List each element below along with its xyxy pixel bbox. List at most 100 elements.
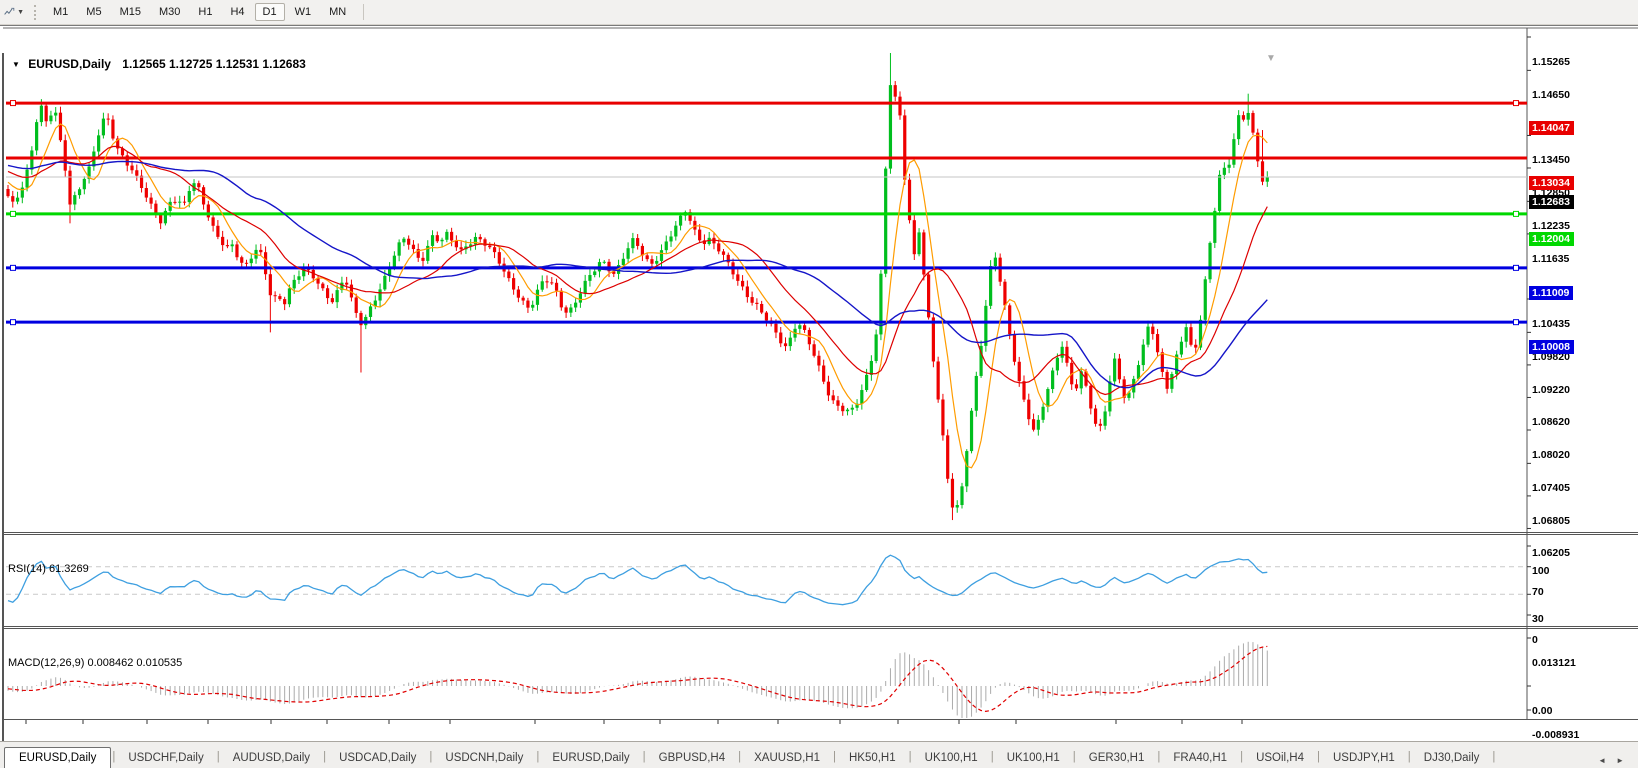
price-tick-1.14650: 1.14650	[1532, 89, 1570, 102]
chart-tab-eurusd-daily[interactable]: EURUSD,Daily	[4, 747, 112, 768]
chart-tab-usdjpy-h1[interactable]: USDJPY,H1	[1321, 748, 1407, 768]
tab-scroll-left-icon[interactable]: ◄	[1598, 756, 1606, 765]
level-handle[interactable]	[1513, 319, 1519, 326]
candle-up	[674, 225, 678, 237]
chart-tab-usdcad-daily[interactable]: USDCAD,Daily	[327, 748, 428, 768]
candle-down	[1022, 381, 1026, 400]
timeframe-button-w1[interactable]: W1	[287, 3, 320, 21]
price-tick-1.11635: 1.11635	[1532, 252, 1570, 265]
chart-tab-xauusd-h1[interactable]: XAUUSD,H1	[742, 748, 832, 768]
chart-symbol-label: EURUSD,Daily	[28, 57, 111, 71]
candle-down	[1093, 408, 1098, 424]
candle-down	[936, 361, 940, 400]
chart-canvas[interactable]	[0, 26, 1638, 768]
chart-shift-marker-icon[interactable]: ▼	[1266, 53, 1276, 64]
candle-up	[1055, 357, 1059, 371]
candle-up	[1217, 174, 1222, 211]
candle-up	[39, 105, 43, 123]
candle-down	[278, 296, 282, 300]
candle-up	[850, 407, 854, 410]
chart-tab-audusd-daily[interactable]: AUDUSD,Daily	[221, 748, 322, 768]
candle-up	[631, 238, 635, 249]
chart-tab-uk100-h1[interactable]: UK100,H1	[995, 748, 1072, 768]
candle-down	[478, 236, 482, 240]
chart-tab-eurusd-daily[interactable]: EURUSD,Daily	[540, 748, 641, 768]
candle-up	[473, 236, 478, 245]
moving-average-7	[7, 123, 1268, 469]
level-handle[interactable]	[10, 210, 16, 217]
candle-up	[888, 85, 893, 169]
candle-down	[354, 297, 358, 313]
candle-down	[211, 217, 215, 226]
chart-tab-uk100-h1[interactable]: UK100,H1	[913, 748, 990, 768]
timeframe-button-mn[interactable]: MN	[321, 3, 354, 21]
candle-down	[507, 271, 511, 279]
macd-axis-label: 0.013121	[1532, 657, 1576, 669]
current-price-label: 1.12683	[1529, 195, 1574, 210]
chart-tab-usoil-h4[interactable]: USOil,H4	[1244, 748, 1316, 768]
candle-up	[178, 201, 182, 203]
timeframe-button-m1[interactable]: M1	[45, 3, 76, 21]
candle-down	[306, 269, 311, 271]
candle-down	[764, 312, 769, 321]
level-handle[interactable]	[1513, 210, 1519, 217]
chart-tab-ger30-h1[interactable]: GER30,H1	[1077, 748, 1157, 768]
chart-tab-dj30-daily[interactable]: DJ30,Daily	[1412, 748, 1492, 768]
timeframe-button-h1[interactable]: H1	[190, 3, 220, 21]
collapse-arrow-icon[interactable]: ▼	[12, 60, 20, 69]
chart-cursor-tool-icon[interactable]: ▼	[4, 4, 24, 20]
candle-down	[526, 300, 530, 308]
timeframe-button-m30[interactable]: M30	[151, 3, 188, 21]
chart-tab-fra40-h1[interactable]: FRA40,H1	[1161, 748, 1239, 768]
candle-up	[35, 122, 39, 151]
candle-down	[407, 238, 411, 245]
candle-down	[841, 405, 845, 412]
timeframe-button-m5[interactable]: M5	[78, 3, 109, 21]
macd-signal-line	[7, 645, 1268, 713]
candle-down	[636, 238, 640, 246]
candle-up	[378, 289, 382, 301]
timeframe-buttons: M1 M5 M15 M30 H1 H4 D1 W1 MN	[44, 3, 355, 21]
candle-down	[779, 332, 783, 344]
level-handle[interactable]	[1513, 264, 1519, 271]
candle-up	[292, 279, 296, 289]
candle-down	[68, 170, 72, 205]
timeframe-button-m15[interactable]: M15	[112, 3, 149, 21]
candle-up	[1036, 419, 1040, 430]
tab-scroll-right-icon[interactable]: ►	[1616, 756, 1624, 765]
chart-tab-hk50-h1[interactable]: HK50,H1	[837, 748, 908, 768]
candle-up	[82, 178, 86, 190]
candle-down	[898, 96, 902, 116]
mt4-application: ▼ M1 M5 M15 M30 H1 H4 D1 W1 MN ▼ EURUSD,Daily 1.…	[0, 0, 1638, 768]
candle-up	[1208, 242, 1212, 280]
candle-down	[263, 252, 268, 275]
chart-tab-usdcnh-daily[interactable]: USDCNH,Daily	[433, 748, 535, 768]
chart-ohlc-values: 1.12565 1.12725 1.12531 1.12683	[122, 57, 306, 71]
level-handle[interactable]	[1513, 100, 1519, 107]
candle-up	[1222, 167, 1226, 175]
level-handle[interactable]	[10, 100, 16, 107]
candle-up	[97, 135, 101, 152]
candle-up	[1179, 341, 1184, 355]
candle-up	[73, 195, 77, 205]
candle-down	[760, 303, 764, 313]
level-handle[interactable]	[10, 264, 16, 271]
candle-down	[283, 299, 287, 305]
candle-down	[1074, 384, 1079, 389]
candle-up	[1108, 381, 1112, 412]
candle-up	[1184, 327, 1188, 342]
timeframe-button-d1[interactable]: D1	[254, 3, 285, 21]
candle-up	[574, 302, 578, 308]
candle-up	[440, 239, 444, 242]
chart-tab-gbpusd-h4[interactable]: GBPUSD,H4	[647, 748, 737, 768]
candle-up	[664, 241, 668, 251]
level-handle[interactable]	[10, 319, 16, 326]
toolbar-grip[interactable]	[34, 4, 36, 20]
candle-down	[717, 243, 721, 252]
chart-tab-usdchf-daily[interactable]: USDCHF,Daily	[116, 748, 215, 768]
candle-down	[1189, 327, 1193, 345]
candle-up	[49, 115, 53, 122]
candle-down	[516, 289, 520, 298]
candle-up	[77, 189, 82, 196]
timeframe-button-h4[interactable]: H4	[222, 3, 252, 21]
